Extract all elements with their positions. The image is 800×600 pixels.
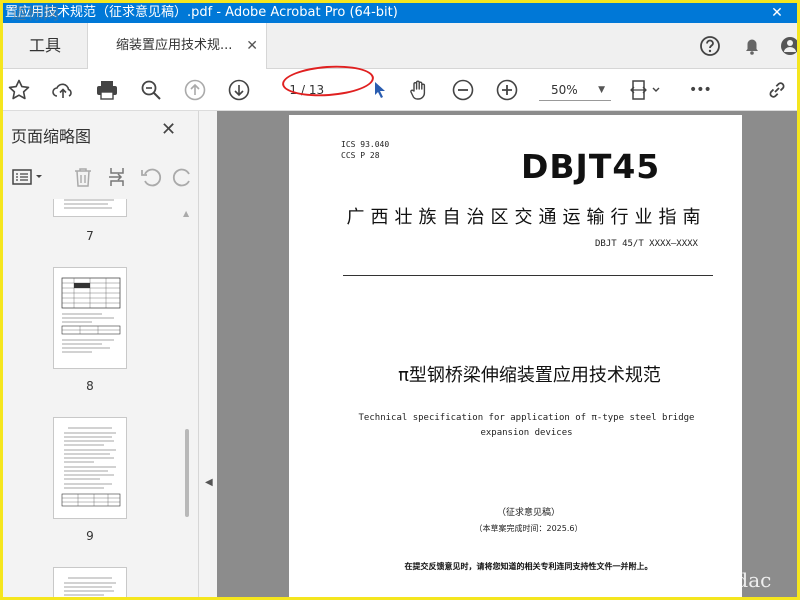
standard-logo: DBJT45 — [521, 147, 661, 186]
page-total-label: / 13 — [301, 83, 325, 97]
help-icon[interactable] — [699, 35, 721, 57]
select-cursor-icon[interactable] — [367, 78, 391, 102]
page-fit-icon[interactable] — [629, 78, 665, 102]
share-link-icon[interactable] — [765, 78, 789, 102]
bookmark-star-icon[interactable] — [7, 78, 31, 102]
ics-code: ICS 93.040 CCS P 28 — [341, 139, 389, 161]
trash-icon[interactable] — [71, 165, 95, 189]
pdf-page: ICS 93.040 CCS P 28 DBJT45 广西壮族自治区交通运输行业… — [289, 115, 742, 597]
english-title-line: Technical specification for application … — [358, 413, 695, 423]
window-close-button[interactable]: ✕ — [757, 3, 797, 23]
thumbnail-label-8: 8 — [86, 379, 94, 393]
thumbnail-page-10[interactable] — [53, 567, 127, 597]
draft-date: （本草案完成时间：2025.6） — [474, 524, 583, 533]
thumbnail-label-9: 9 — [86, 529, 94, 543]
thumbnail-page-9[interactable] — [53, 417, 127, 519]
zoom-level-value: 50% — [551, 83, 578, 97]
thumbnail-options-icon[interactable] — [11, 165, 47, 189]
page-number-input[interactable] — [271, 79, 301, 101]
panel-title: 页面缩略图 — [11, 127, 92, 146]
ics-line: ICS 93.040 — [341, 140, 390, 149]
issuing-organization: 广西壮族自治区交通运输行业指南 — [346, 207, 707, 228]
window-title: 置应用技术规范（征求意见稿）.pdf - Adobe Acrobat Pro (… — [5, 5, 398, 20]
account-icon[interactable] — [779, 35, 797, 57]
draft-status: （征求意见稿） — [496, 508, 560, 518]
redo-rotate-icon[interactable] — [171, 165, 191, 189]
previous-page-icon[interactable] — [183, 78, 207, 102]
english-title: Technical specification for application … — [349, 411, 704, 441]
ccs-line: CCS P 28 — [341, 151, 380, 160]
undo-rotate-icon[interactable] — [139, 165, 163, 189]
scroll-up-icon[interactable]: ▲ — [183, 209, 189, 218]
standard-code: DBJT 45/T XXXX—XXXX — [595, 239, 698, 249]
watermark-top-left: 道标网 — [11, 4, 60, 23]
zoom-search-icon[interactable] — [139, 78, 163, 102]
zoom-in-icon[interactable] — [495, 78, 519, 102]
header-rule — [343, 275, 713, 276]
chevron-down-icon: ▼ — [598, 85, 605, 95]
tab-document-label: 缩装置应用技术规... — [116, 38, 233, 53]
document-title: π型钢桥梁伸缩装置应用技术规范 — [398, 365, 661, 386]
panel-close-button[interactable]: ✕ — [161, 119, 176, 140]
zoom-out-icon[interactable] — [451, 78, 475, 102]
bell-icon[interactable] — [741, 35, 763, 57]
thumbnail-panel: 页面缩略图 ✕ 7 8 9 ▲ ◀ — [3, 111, 213, 597]
print-icon[interactable] — [95, 78, 119, 102]
cloud-upload-icon[interactable] — [51, 78, 75, 102]
tab-bar: 工具 缩装置应用技术规... ✕ — [3, 23, 797, 70]
thumbnail-scrollbar[interactable] — [181, 205, 193, 597]
hand-tool-icon[interactable] — [407, 78, 431, 102]
zoom-level-select[interactable]: 50% ▼ — [539, 79, 611, 101]
tab-close-button[interactable]: ✕ — [246, 23, 258, 69]
document-view[interactable]: ICS 93.040 CCS P 28 DBJT45 广西壮族自治区交通运输行业… — [217, 111, 797, 597]
tab-tools[interactable]: 工具 — [3, 23, 87, 69]
thumbnail-list: 7 8 9 — [3, 199, 181, 597]
collapse-panel-icon[interactable]: ◀ — [205, 477, 213, 488]
insert-page-icon[interactable] — [105, 165, 129, 189]
english-title-line: expansion devices — [480, 428, 573, 438]
more-tools-icon[interactable]: ••• — [689, 78, 717, 102]
title-bar: 置应用技术规范（征求意见稿）.pdf - Adobe Acrobat Pro (… — [3, 3, 797, 23]
main-toolbar: / 13 50% ▼ ••• — [3, 69, 797, 111]
panel-toolbar — [3, 157, 199, 195]
scrollbar-thumb[interactable] — [185, 429, 189, 517]
next-page-icon[interactable] — [227, 78, 251, 102]
thumbnail-page-8[interactable] — [53, 267, 127, 369]
watermark-bottom-right: www.cndac — [656, 568, 772, 592]
acrobat-window: 置应用技术规范（征求意见稿）.pdf - Adobe Acrobat Pro (… — [3, 3, 797, 597]
thumbnail-page-7[interactable] — [53, 199, 127, 217]
tab-document[interactable]: 缩装置应用技术规... ✕ — [87, 23, 267, 70]
thumbnail-label-7: 7 — [86, 229, 94, 243]
